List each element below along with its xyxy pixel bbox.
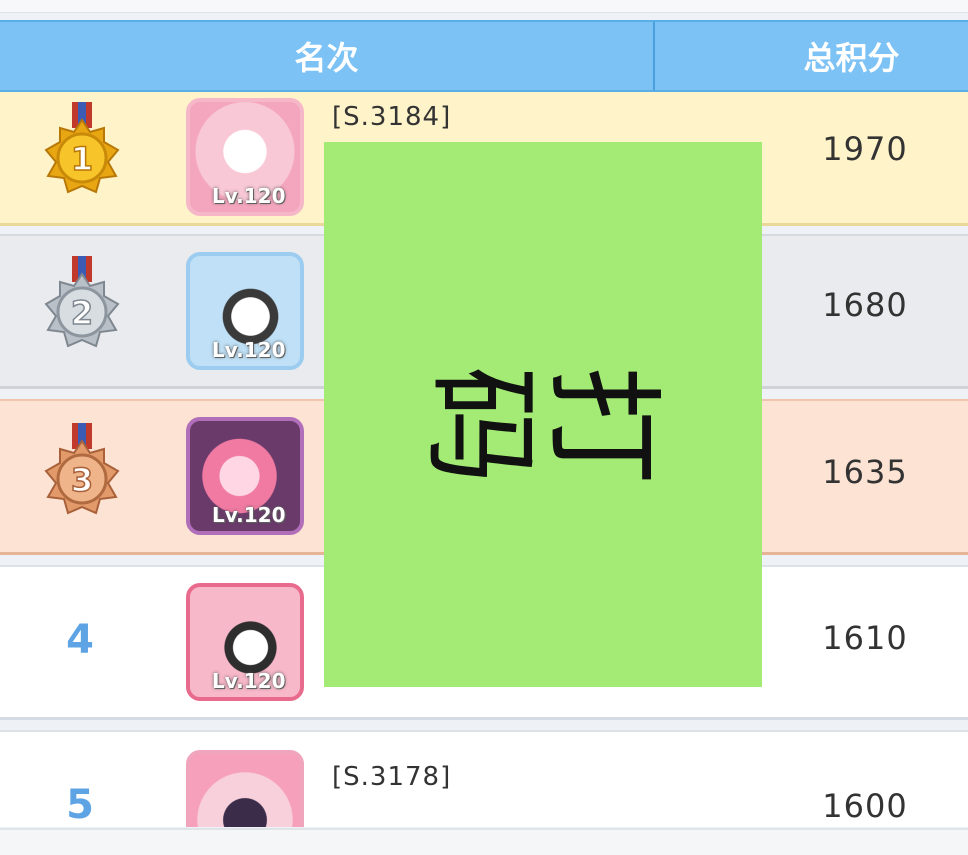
score-value: 1970 (822, 130, 908, 168)
avatar[interactable]: Lv.120 (186, 98, 304, 216)
score-value: 1610 (822, 619, 908, 657)
server-tag: [S.3178] (332, 762, 452, 792)
overlay-text: 打码 (421, 345, 665, 483)
avatar[interactable] (186, 750, 304, 827)
avatar[interactable]: Lv.120 (186, 583, 304, 701)
leaderboard-row[interactable]: 5 [S.3178] 1600 (0, 730, 968, 827)
avatar[interactable]: Lv.120 (186, 252, 304, 370)
rank-number: 4 (66, 617, 94, 663)
rank-column-header: 名次 (0, 22, 655, 90)
mosaic-overlay: 打码 (324, 142, 762, 687)
silver-medal-icon: 2 (44, 256, 120, 348)
svg-text:1: 1 (71, 140, 93, 178)
top-bar (0, 0, 968, 13)
score-value: 1600 (822, 787, 908, 825)
svg-text:2: 2 (71, 294, 93, 332)
score-column-header: 总积分 (803, 39, 900, 77)
avatar-level: Lv.120 (212, 184, 286, 208)
bronze-medal-icon: 3 (44, 423, 120, 515)
table-header: 名次 总积分 (0, 20, 968, 92)
avatar-level: Lv.120 (212, 338, 286, 362)
score-value: 1635 (822, 453, 908, 491)
score-value: 1680 (822, 286, 908, 324)
rank-number: 5 (66, 782, 94, 827)
bottom-bar (0, 828, 968, 855)
gold-medal-icon: 1 (44, 102, 120, 194)
avatar[interactable]: Lv.120 (186, 417, 304, 535)
server-tag: [S.3184] (332, 102, 452, 132)
avatar-level: Lv.120 (212, 669, 286, 693)
avatar-level: Lv.120 (212, 503, 286, 527)
svg-text:3: 3 (71, 461, 93, 499)
